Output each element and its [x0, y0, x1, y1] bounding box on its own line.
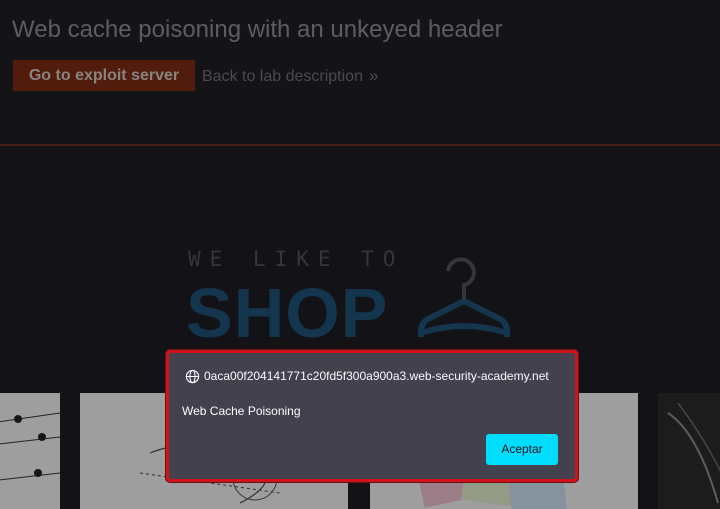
alert-dialog: 0aca00f204141771c20fd5f300a900a3.web-sec… — [166, 350, 578, 482]
dialog-origin: 0aca00f204141771c20fd5f300a900a3.web-sec… — [185, 369, 549, 384]
dialog-message: Web Cache Poisoning — [182, 404, 301, 418]
dialog-origin-url: 0aca00f204141771c20fd5f300a900a3.web-sec… — [204, 369, 549, 383]
globe-icon — [185, 369, 200, 384]
accept-button[interactable]: Aceptar — [486, 434, 558, 465]
